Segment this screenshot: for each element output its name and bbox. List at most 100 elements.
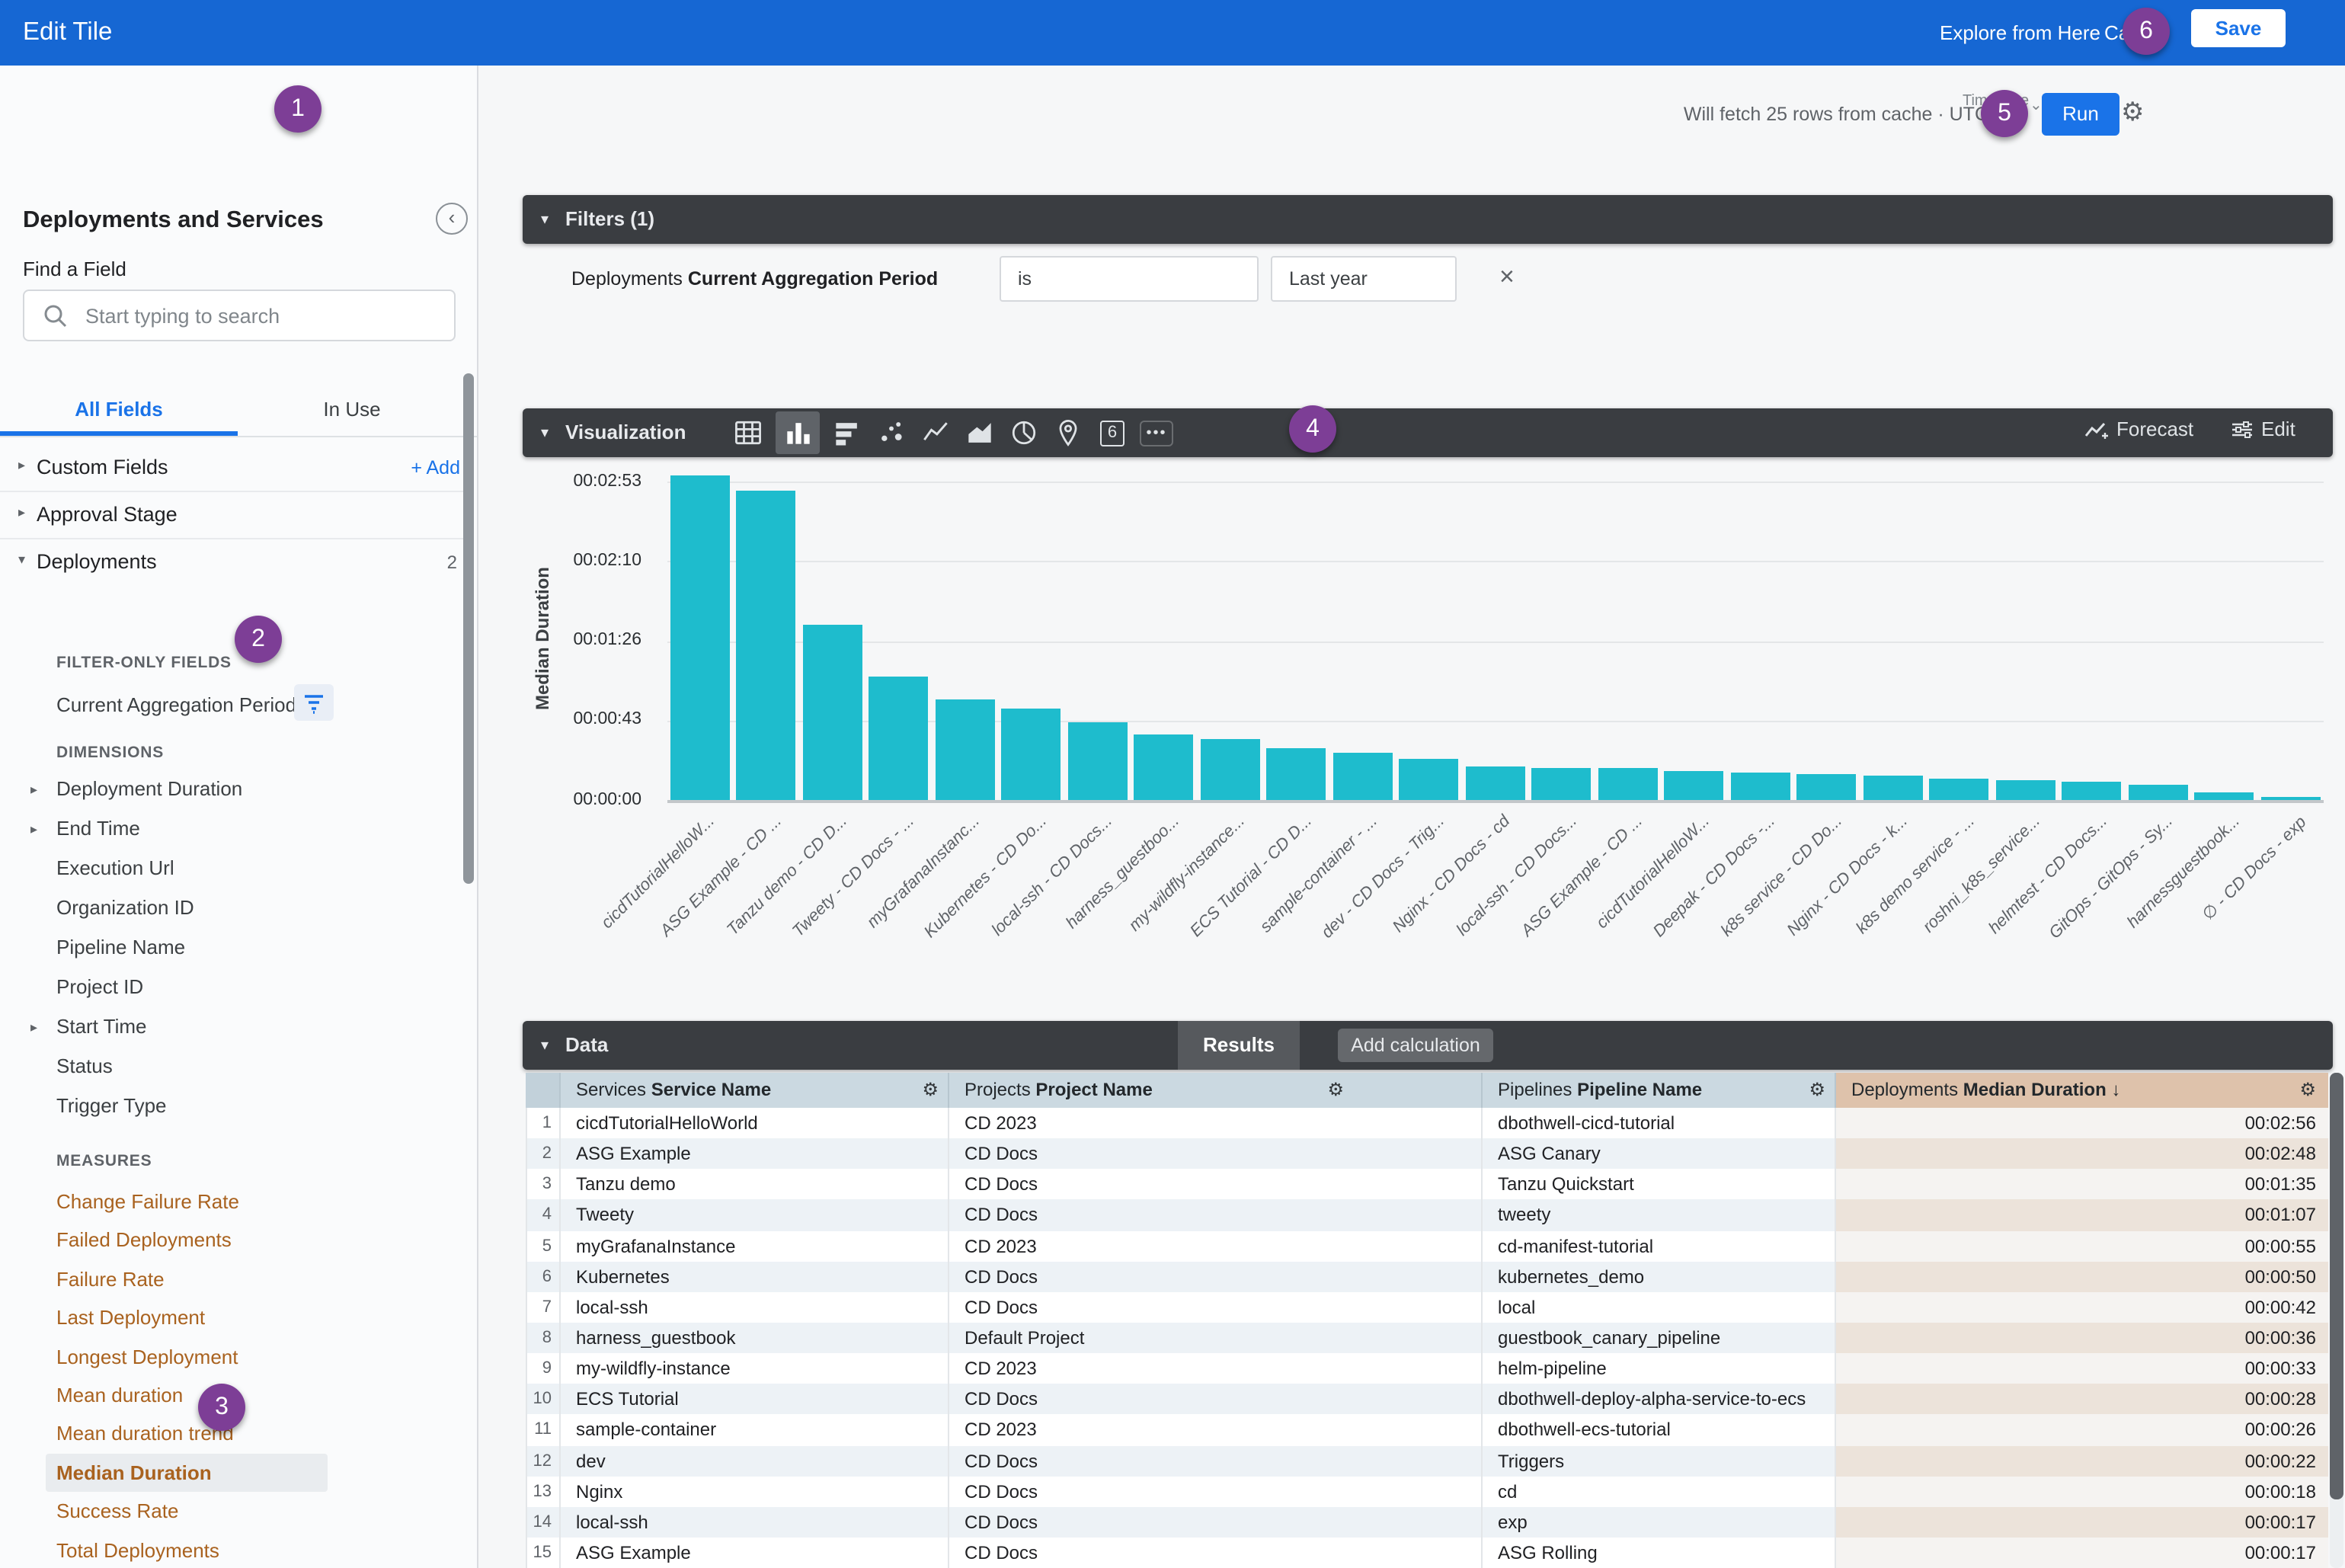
column-header[interactable]: Projects Project Name⚙ [949,1073,1483,1108]
chart-bar[interactable] [869,677,929,800]
expand-arrow-icon[interactable]: ▸ [30,1007,37,1047]
chart-bar[interactable] [2062,782,2122,800]
edit-viz-button[interactable]: Edit [2231,418,2295,440]
table-row[interactable]: 13NginxCD Docscd00:00:18 [526,1476,2328,1506]
sidebar-measure-item[interactable]: Failure Rate [46,1260,445,1299]
single-value-icon[interactable]: 6 [1096,411,1129,454]
chart-bar[interactable] [1598,769,1658,800]
table-row[interactable]: 2ASG ExampleCD DocsASG Canary00:02:48 [526,1138,2328,1169]
filter-value-select[interactable] [1271,256,1457,302]
chart-bar[interactable] [1864,776,1923,800]
sidebar-dimension-item[interactable]: ▸Deployment Duration [46,770,445,809]
search-input[interactable] [82,294,439,337]
results-tab[interactable]: Results [1178,1021,1300,1070]
expand-arrow-icon[interactable]: ▸ [30,770,37,809]
chart-bar[interactable] [2129,786,2188,800]
gear-icon[interactable]: ⚙ [1809,1073,1825,1108]
table-row[interactable]: 12devCD DocsTriggers00:00:22 [526,1445,2328,1476]
gear-icon[interactable]: ⚙ [2121,98,2145,128]
collapse-arrow-icon[interactable]: ▾ [18,552,25,568]
chart-bar[interactable] [2261,796,2321,800]
chart-bar[interactable] [2195,792,2254,800]
save-button[interactable]: Save [2191,9,2286,47]
chart-bar[interactable] [1532,769,1592,800]
sidebar-dimension-item[interactable]: ▸Start Time [46,1007,445,1047]
group-custom-fields[interactable]: ▸ Custom Fields + Add [0,445,466,492]
table-row[interactable]: 7local-sshCD Docslocal00:00:42 [526,1292,2328,1323]
table-row[interactable]: 4TweetyCD Docstweety00:01:07 [526,1200,2328,1230]
expand-arrow-icon[interactable]: ▸ [18,457,25,474]
table-row[interactable]: 5myGrafanaInstanceCD 2023cd-manifest-tut… [526,1230,2328,1261]
group-deployments[interactable]: ▾ Deployments 2 [0,539,466,585]
add-custom-field-button[interactable]: + Add [411,457,460,478]
table-row[interactable]: 1cicdTutorialHelloWorldCD 2023dbothwell-… [526,1108,2328,1138]
run-button[interactable]: Run [2042,93,2119,136]
sidebar-measure-item[interactable]: Mean duration [46,1376,445,1415]
expand-arrow-icon[interactable]: ▸ [30,809,37,849]
sidebar-scrollbar[interactable] [463,373,474,884]
chart-bar[interactable] [1400,760,1459,800]
table-row[interactable]: 9my-wildfly-instanceCD 2023helm-pipeline… [526,1353,2328,1384]
table-row[interactable]: 14local-sshCD Docsexp00:00:17 [526,1507,2328,1538]
map-chart-icon[interactable] [1051,411,1085,454]
expand-arrow-icon[interactable]: ▸ [18,504,25,521]
chart-bar[interactable] [1267,748,1326,800]
filters-panel-bar[interactable]: ▾ Filters (1) Custom Filter [523,195,2333,244]
collapse-arrow-icon[interactable]: ▾ [541,425,549,442]
table-row[interactable]: 15ASG ExampleCD DocsASG Rolling00:00:17 [526,1538,2328,1568]
filter-value-input[interactable] [1286,267,1448,291]
filter-operator-select[interactable] [1000,256,1259,302]
line-chart-icon[interactable] [919,411,952,454]
sidebar-measure-item[interactable]: Failed Deployments [46,1221,445,1260]
data-panel-bar[interactable]: ▾ Data Results Add calculation Row Limit… [523,1021,2333,1070]
chart-bar[interactable] [803,625,862,800]
chart-bar[interactable] [737,491,796,800]
table-row[interactable]: 11sample-containerCD 2023dbothwell-ecs-t… [526,1415,2328,1445]
table-row[interactable]: 6KubernetesCD Docskubernetes_demo00:00:5… [526,1261,2328,1291]
chart-bar[interactable] [1731,773,1790,800]
chart-bar[interactable] [1201,739,1260,800]
chart-bar[interactable] [1797,774,1857,800]
chart-bar[interactable] [1068,723,1128,800]
sidebar-measure-item[interactable]: Total Deployments [46,1531,445,1568]
chart-bar[interactable] [1996,779,2055,800]
sidebar-measure-item[interactable]: Median Duration [46,1453,328,1492]
scatter-chart-icon[interactable] [875,411,908,454]
column-header[interactable]: Deployments Median Duration ↓⚙ [1836,1073,2328,1108]
chart-bar[interactable] [670,476,730,800]
more-icon[interactable]: ••• [1140,411,1173,454]
sidebar-dimension-item[interactable]: Execution Url [46,849,445,888]
chart-bar[interactable] [936,699,995,800]
sidebar-measure-item[interactable]: Change Failure Rate [46,1182,445,1221]
tab-all-fields[interactable]: All Fields [0,398,238,421]
group-approval-stage[interactable]: ▸ Approval Stage [0,492,466,539]
bar-chart-icon[interactable] [776,411,820,454]
filter-operator-input[interactable] [1015,267,1239,291]
sidebar-dimension-item[interactable]: Status [46,1047,445,1086]
area-chart-icon[interactable] [963,411,997,454]
collapse-arrow-icon[interactable]: ▾ [541,212,549,229]
table-row[interactable]: 3Tanzu demoCD DocsTanzu Quickstart00:01:… [526,1170,2328,1200]
chart-bar[interactable] [1930,778,1989,800]
pie-chart-icon[interactable] [1007,411,1041,454]
field-current-aggregation-period[interactable]: Current Aggregation Period [56,693,296,716]
table-row[interactable]: 8harness_guestbookDefault Projectguestbo… [526,1323,2328,1353]
sidebar-measure-item[interactable]: Last Deployment [46,1298,445,1337]
column-header[interactable]: Pipelines Pipeline Name⚙ [1483,1073,1836,1108]
field-search-box[interactable] [23,290,456,341]
sidebar-dimension-item[interactable]: ▸End Time [46,809,445,849]
table-row[interactable]: 10ECS TutorialCD Docsdbothwell-deploy-al… [526,1384,2328,1415]
sidebar-measure-item[interactable]: Longest Deployment [46,1337,445,1376]
explore-from-here-link[interactable]: Explore from Here [1940,21,2100,44]
collapse-sidebar-icon[interactable]: ‹ [436,203,468,235]
tab-in-use[interactable]: In Use [238,398,466,421]
table-chart-icon[interactable] [731,411,765,454]
gear-icon[interactable]: ⚙ [2299,1073,2316,1108]
remove-filter-icon[interactable]: × [1499,262,1515,293]
filter-by-field-button[interactable] [294,684,334,721]
sidebar-measure-item[interactable]: Success Rate [46,1492,445,1531]
sidebar-dimension-item[interactable]: Project ID [46,968,445,1007]
add-calculation-button[interactable]: Add calculation [1338,1029,1493,1062]
gear-icon[interactable]: ⚙ [1327,1073,1344,1108]
column-header[interactable]: Services Service Name⚙ [561,1073,949,1108]
